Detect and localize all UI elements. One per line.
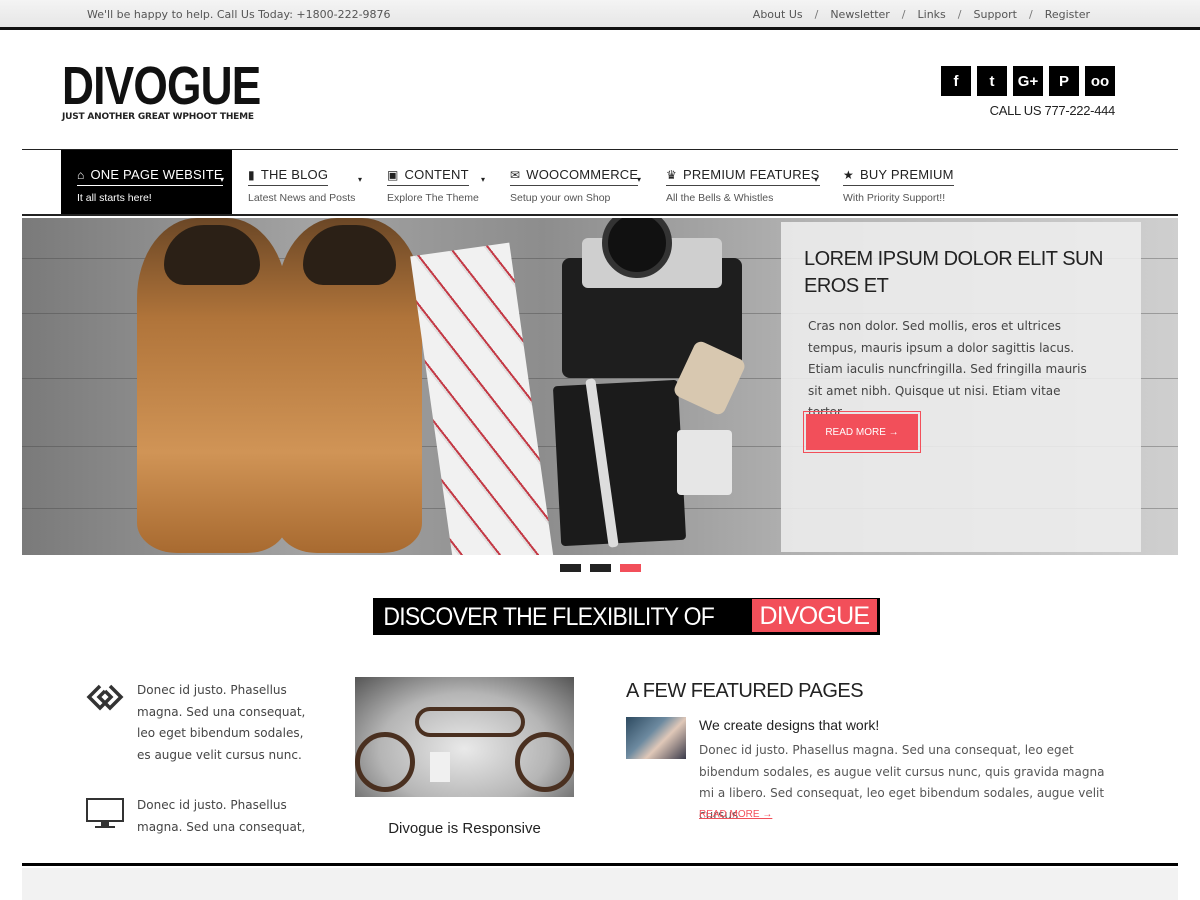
book-icon: ▮ — [248, 168, 255, 182]
site-logo[interactable]: DIVOGUE JUST ANOTHER GREAT WPHOOT THEME — [62, 56, 304, 122]
slider-pagination — [560, 564, 641, 572]
discover-text: DISCOVER THE FLEXIBILITY OF — [383, 603, 715, 631]
nav-item-premium-features[interactable]: ♛ PREMIUM FEATURES All the Bells & Whistl… — [650, 150, 826, 214]
nav-sublabel: Explore The Theme — [387, 192, 479, 204]
nav-item-content[interactable]: ▣ CONTENT Explore The Theme ▾ — [371, 150, 493, 214]
nav-sublabel: Setup your own Shop — [510, 192, 611, 204]
logo-title: DIVOGUE — [62, 56, 261, 116]
link-about-us[interactable]: About Us — [753, 8, 803, 21]
social-icons: f t G+ P oo — [941, 66, 1115, 96]
chevron-down-icon: ▾ — [220, 175, 225, 184]
link-newsletter[interactable]: Newsletter — [830, 8, 889, 21]
nav-item-woocommerce[interactable]: ✉ WOOCOMMERCE Setup your own Shop ▾ — [494, 150, 649, 214]
call-us: CALL US 777-222-444 — [989, 103, 1116, 118]
responsive-caption: Divogue is Responsive — [388, 820, 541, 837]
home-icon: ⌂ — [77, 168, 85, 182]
discover-banner: DISCOVER THE FLEXIBILITY OF DIVOGUE — [373, 598, 881, 635]
link-links[interactable]: Links — [918, 8, 946, 21]
separator: / — [814, 8, 819, 21]
slider-dot-3[interactable] — [620, 564, 641, 572]
nav-item-the-blog[interactable]: ▮ THE BLOG Latest News and Posts ▾ — [232, 150, 370, 214]
topbar-message: We'll be happy to help. Call Us Today: +… — [87, 8, 391, 21]
chevron-down-icon: ▾ — [814, 175, 819, 184]
pinterest-icon[interactable]: P — [1049, 66, 1079, 96]
nav-sublabel: All the Bells & Whistles — [666, 192, 774, 204]
top-links: About Us / Newsletter / Links / Support … — [753, 8, 1090, 21]
nav-label: PREMIUM FEATURES — [682, 167, 820, 182]
featured-read-more-link[interactable]: READ MORE → — [699, 809, 772, 820]
slide-caption: LOREM IPSUM DOLOR ELIT SUN EROS ET Cras … — [781, 222, 1141, 552]
feature-item: Donec id justo. Phasellus magna. Sed una… — [86, 680, 306, 770]
footer — [22, 868, 1178, 900]
tripadvisor-icon[interactable]: oo — [1085, 66, 1115, 96]
slide-text: Cras non dolor. Sed mollis, eros et ultr… — [808, 319, 1087, 419]
nav-label: WOOCOMMERCE — [526, 167, 639, 182]
feature-text: Donec id justo. Phasellus magna. Sed una… — [137, 798, 306, 834]
feature-item: Donec id justo. Phasellus magna. Sed una… — [86, 795, 306, 845]
chevron-down-icon: ▾ — [358, 175, 363, 184]
nav-label: BUY PREMIUM — [859, 167, 954, 182]
trophy-icon: ♛ — [666, 168, 677, 182]
separator: / — [901, 8, 906, 21]
footer-divider — [22, 863, 1178, 866]
nav-item-one-page-website[interactable]: ⌂ ONE PAGE WEBSITE It all starts here! ▾ — [61, 150, 232, 214]
featured-title[interactable]: We create designs that work! — [699, 717, 879, 733]
slider-dot-1[interactable] — [560, 564, 581, 572]
star-icon: ★ — [843, 168, 854, 182]
nav-sublabel: Latest News and Posts — [248, 192, 356, 204]
chevron-down-icon: ▾ — [481, 175, 486, 184]
separator: / — [957, 8, 962, 21]
gift-icon: ✉ — [510, 168, 521, 182]
main-nav: ⌂ ONE PAGE WEBSITE It all starts here! ▾ … — [22, 149, 1178, 216]
featured-pages-heading: A FEW FEATURED PAGES — [626, 680, 864, 702]
feature-text: Donec id justo. Phasellus magna. Sed una… — [137, 683, 306, 762]
responsive-image — [355, 677, 574, 797]
slider-dot-2[interactable] — [590, 564, 611, 572]
slide-title: LOREM IPSUM DOLOR ELIT SUN EROS ET — [804, 248, 1103, 297]
nav-label: CONTENT — [404, 167, 469, 182]
twitter-icon[interactable]: t — [977, 66, 1007, 96]
monitor-icon — [86, 798, 124, 834]
google-plus-icon[interactable]: G+ — [1013, 66, 1043, 96]
featured-thumbnail[interactable] — [626, 717, 686, 759]
nav-sublabel: It all starts here! — [77, 192, 152, 204]
read-more-button[interactable]: READ MORE → — [803, 411, 921, 453]
nav-sublabel: With Priority Support!! — [843, 192, 946, 204]
nav-label: THE BLOG — [260, 167, 329, 182]
top-bar: We'll be happy to help. Call Us Today: +… — [0, 0, 1200, 30]
chevron-down-icon: ▾ — [637, 175, 642, 184]
link-register[interactable]: Register — [1045, 8, 1090, 21]
link-support[interactable]: Support — [974, 8, 1017, 21]
image-icon: ▣ — [387, 168, 399, 182]
nav-item-buy-premium[interactable]: ★ BUY PREMIUM With Priority Support!! — [827, 150, 977, 214]
separator: / — [1028, 8, 1033, 21]
facebook-icon[interactable]: f — [941, 66, 971, 96]
discover-highlight: DIVOGUE — [751, 599, 878, 632]
nav-label: ONE PAGE WEBSITE — [90, 167, 223, 182]
link-icon — [86, 682, 124, 716]
